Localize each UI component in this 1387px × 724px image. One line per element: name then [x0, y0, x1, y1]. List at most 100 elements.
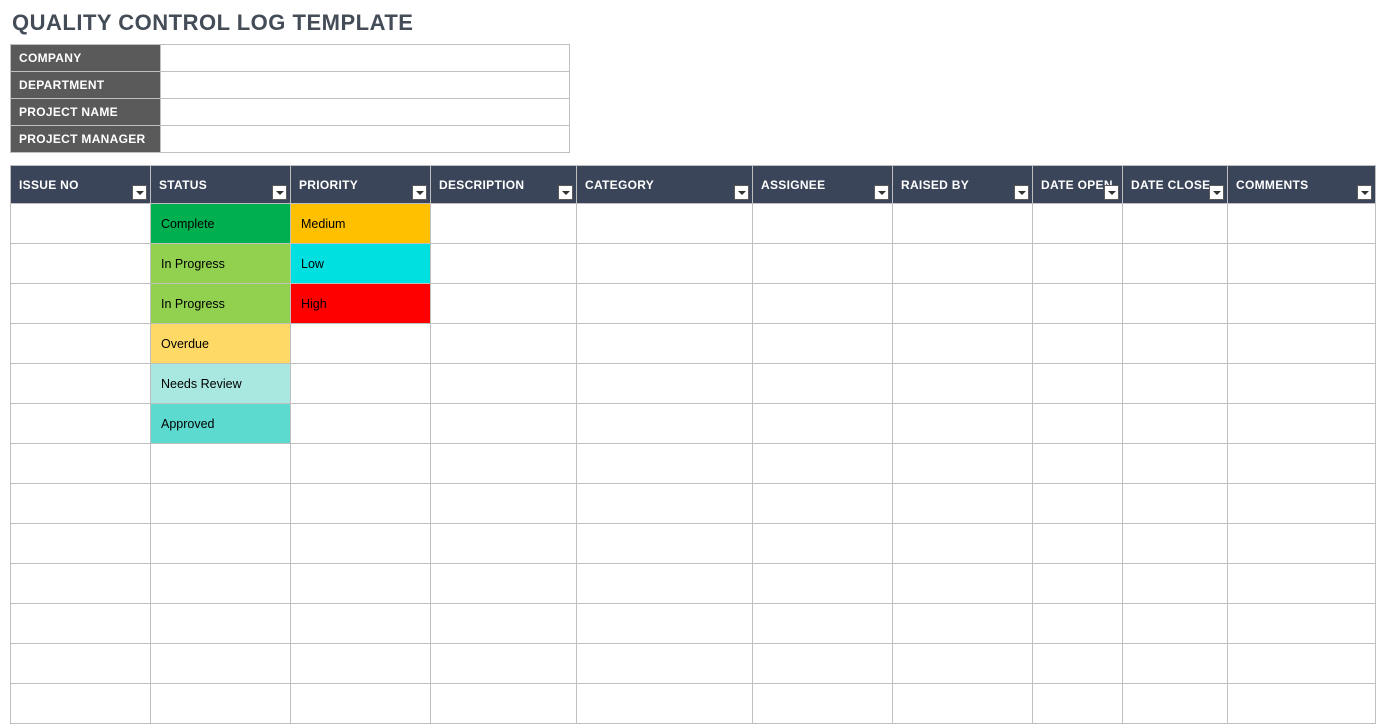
- cell-assignee[interactable]: [753, 484, 893, 524]
- cell-issue-no[interactable]: [11, 644, 151, 684]
- cell-description[interactable]: [431, 364, 577, 404]
- cell-raised-by[interactable]: [893, 684, 1033, 724]
- cell-raised-by[interactable]: [893, 284, 1033, 324]
- cell-comments[interactable]: [1228, 324, 1376, 364]
- cell-date-open[interactable]: [1033, 604, 1123, 644]
- cell-date-close[interactable]: [1123, 284, 1228, 324]
- cell-date-open[interactable]: [1033, 684, 1123, 724]
- cell-category[interactable]: [577, 284, 753, 324]
- cell-category[interactable]: [577, 484, 753, 524]
- cell-category[interactable]: [577, 244, 753, 284]
- cell-assignee[interactable]: [753, 524, 893, 564]
- cell-raised-by[interactable]: [893, 444, 1033, 484]
- cell-assignee[interactable]: [753, 364, 893, 404]
- cell-status[interactable]: Complete: [151, 204, 291, 244]
- cell-date-close[interactable]: [1123, 524, 1228, 564]
- filter-dropdown-icon[interactable]: [1104, 185, 1119, 200]
- filter-dropdown-icon[interactable]: [132, 185, 147, 200]
- filter-dropdown-icon[interactable]: [272, 185, 287, 200]
- cell-description[interactable]: [431, 524, 577, 564]
- cell-priority[interactable]: [291, 484, 431, 524]
- cell-date-open[interactable]: [1033, 404, 1123, 444]
- cell-description[interactable]: [431, 324, 577, 364]
- cell-status[interactable]: [151, 444, 291, 484]
- filter-dropdown-icon[interactable]: [412, 185, 427, 200]
- cell-priority[interactable]: [291, 604, 431, 644]
- cell-date-close[interactable]: [1123, 324, 1228, 364]
- cell-category[interactable]: [577, 364, 753, 404]
- cell-date-close[interactable]: [1123, 684, 1228, 724]
- cell-assignee[interactable]: [753, 204, 893, 244]
- cell-category[interactable]: [577, 684, 753, 724]
- cell-category[interactable]: [577, 604, 753, 644]
- cell-issue-no[interactable]: [11, 524, 151, 564]
- cell-description[interactable]: [431, 244, 577, 284]
- info-value-project-manager[interactable]: [161, 126, 570, 153]
- filter-dropdown-icon[interactable]: [558, 185, 573, 200]
- cell-description[interactable]: [431, 644, 577, 684]
- cell-date-open[interactable]: [1033, 284, 1123, 324]
- cell-date-open[interactable]: [1033, 564, 1123, 604]
- filter-dropdown-icon[interactable]: [734, 185, 749, 200]
- filter-dropdown-icon[interactable]: [1014, 185, 1029, 200]
- cell-status[interactable]: [151, 484, 291, 524]
- cell-description[interactable]: [431, 484, 577, 524]
- cell-priority[interactable]: [291, 404, 431, 444]
- cell-issue-no[interactable]: [11, 244, 151, 284]
- cell-raised-by[interactable]: [893, 604, 1033, 644]
- cell-date-open[interactable]: [1033, 484, 1123, 524]
- filter-dropdown-icon[interactable]: [1209, 185, 1224, 200]
- cell-description[interactable]: [431, 444, 577, 484]
- cell-assignee[interactable]: [753, 684, 893, 724]
- filter-dropdown-icon[interactable]: [1357, 185, 1372, 200]
- cell-priority[interactable]: [291, 564, 431, 604]
- cell-assignee[interactable]: [753, 564, 893, 604]
- cell-raised-by[interactable]: [893, 484, 1033, 524]
- cell-date-close[interactable]: [1123, 484, 1228, 524]
- cell-description[interactable]: [431, 284, 577, 324]
- cell-date-open[interactable]: [1033, 204, 1123, 244]
- cell-raised-by[interactable]: [893, 364, 1033, 404]
- cell-raised-by[interactable]: [893, 324, 1033, 364]
- cell-priority[interactable]: High: [291, 284, 431, 324]
- cell-issue-no[interactable]: [11, 444, 151, 484]
- cell-issue-no[interactable]: [11, 564, 151, 604]
- cell-comments[interactable]: [1228, 484, 1376, 524]
- cell-description[interactable]: [431, 564, 577, 604]
- cell-date-close[interactable]: [1123, 604, 1228, 644]
- cell-priority[interactable]: [291, 364, 431, 404]
- cell-comments[interactable]: [1228, 564, 1376, 604]
- cell-assignee[interactable]: [753, 404, 893, 444]
- cell-assignee[interactable]: [753, 644, 893, 684]
- cell-date-open[interactable]: [1033, 324, 1123, 364]
- cell-status[interactable]: Approved: [151, 404, 291, 444]
- cell-issue-no[interactable]: [11, 404, 151, 444]
- cell-priority[interactable]: Medium: [291, 204, 431, 244]
- cell-priority[interactable]: [291, 524, 431, 564]
- cell-priority[interactable]: [291, 684, 431, 724]
- cell-category[interactable]: [577, 444, 753, 484]
- cell-category[interactable]: [577, 644, 753, 684]
- cell-date-close[interactable]: [1123, 244, 1228, 284]
- cell-comments[interactable]: [1228, 364, 1376, 404]
- cell-issue-no[interactable]: [11, 364, 151, 404]
- cell-category[interactable]: [577, 404, 753, 444]
- cell-comments[interactable]: [1228, 444, 1376, 484]
- cell-date-close[interactable]: [1123, 444, 1228, 484]
- cell-raised-by[interactable]: [893, 524, 1033, 564]
- cell-assignee[interactable]: [753, 444, 893, 484]
- cell-status[interactable]: [151, 564, 291, 604]
- cell-date-open[interactable]: [1033, 524, 1123, 564]
- cell-comments[interactable]: [1228, 204, 1376, 244]
- cell-date-open[interactable]: [1033, 444, 1123, 484]
- cell-status[interactable]: In Progress: [151, 244, 291, 284]
- cell-issue-no[interactable]: [11, 484, 151, 524]
- cell-comments[interactable]: [1228, 644, 1376, 684]
- cell-status[interactable]: In Progress: [151, 284, 291, 324]
- cell-comments[interactable]: [1228, 284, 1376, 324]
- cell-assignee[interactable]: [753, 604, 893, 644]
- cell-assignee[interactable]: [753, 244, 893, 284]
- cell-status[interactable]: [151, 604, 291, 644]
- cell-comments[interactable]: [1228, 684, 1376, 724]
- cell-date-close[interactable]: [1123, 404, 1228, 444]
